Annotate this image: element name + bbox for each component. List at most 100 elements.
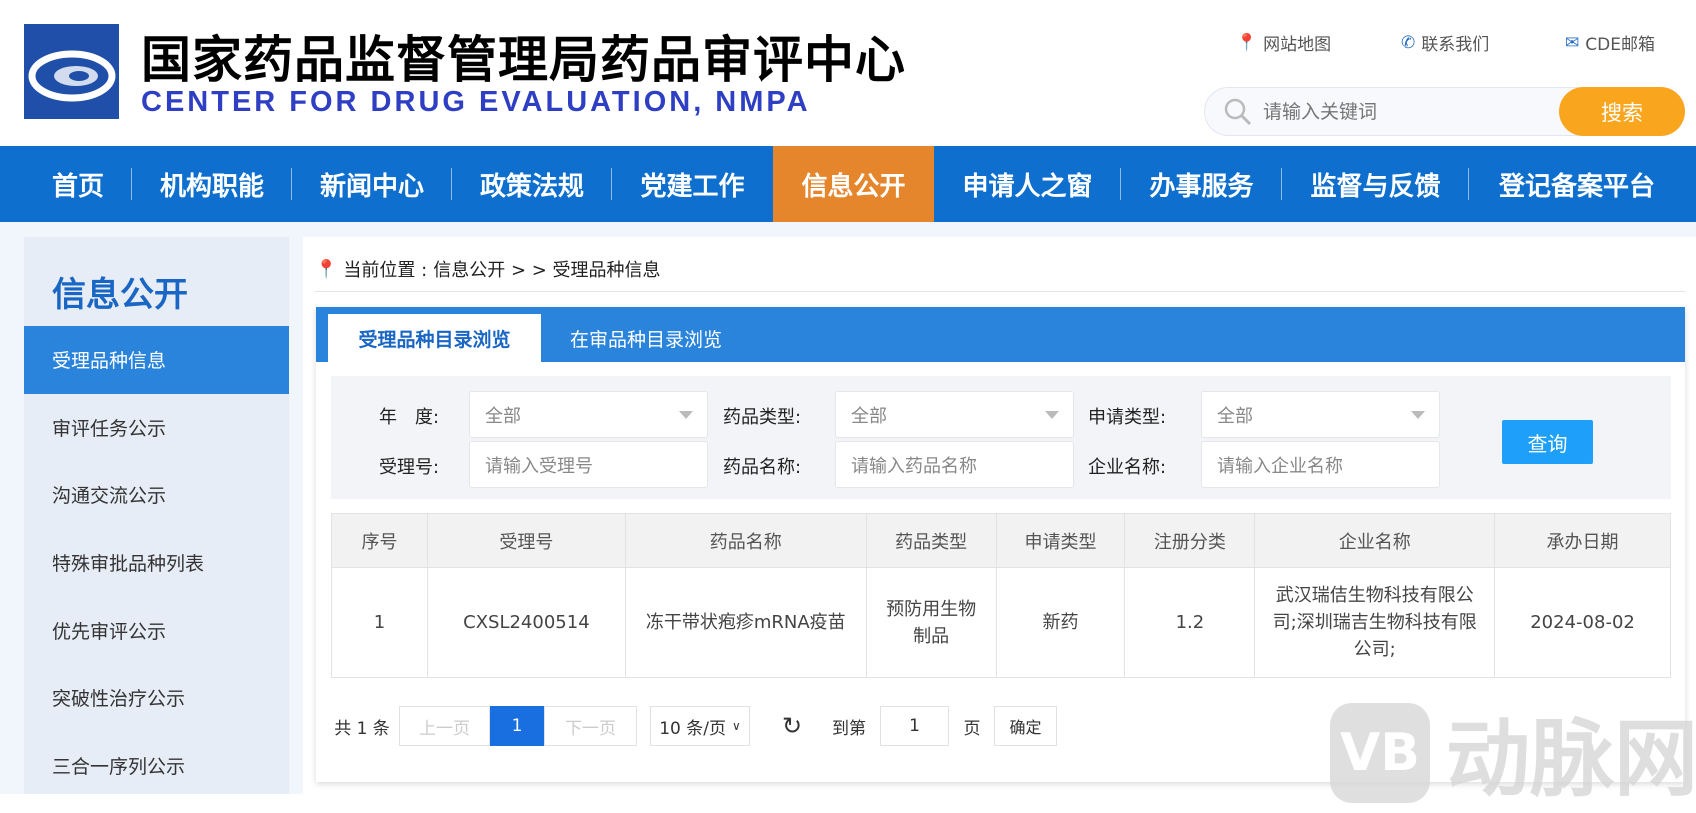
company-label: 企业名称: <box>1088 457 1167 478</box>
page-1-button[interactable]: 1 <box>490 706 544 746</box>
nav-policy[interactable]: 政策法规 <box>452 146 612 222</box>
cell-date: 2024-08-02 <box>1494 567 1671 678</box>
placeholder: 请输入企业名称 <box>1217 455 1343 477</box>
map-pin-icon: 📍 <box>1236 32 1258 53</box>
col-index: 序号 <box>331 513 428 568</box>
sidebar-title: 信息公开 <box>52 275 188 315</box>
refresh-icon[interactable]: ↻ <box>778 706 806 746</box>
cell-drug-type: 预防用生物制品 <box>865 567 997 678</box>
logo-emblem-icon <box>28 50 116 102</box>
phone-icon: ✆ <box>1401 32 1416 53</box>
drug-type-label: 药品类型: <box>723 407 802 428</box>
apply-type-select[interactable]: 全部 <box>1201 391 1440 438</box>
col-apply-type: 申请类型 <box>995 513 1126 568</box>
table-header-row: 序号 受理号 药品名称 药品类型 申请类型 注册分类 企业名称 承办日期 <box>331 513 1671 568</box>
cell-accept-no: CXSL2400514 <box>426 567 626 678</box>
contact-link[interactable]: ✆ 联系我们 <box>1401 30 1490 56</box>
sidebar-item-communication[interactable]: 沟通交流公示 <box>24 461 289 529</box>
drug-type-select[interactable]: 全部 <box>835 391 1074 438</box>
logo[interactable] <box>24 24 119 119</box>
total-count: 共 1 条 <box>334 718 390 739</box>
page-size-value: 10 条/页 <box>659 718 726 739</box>
main-nav: 首页 机构职能 新闻中心 政策法规 党建工作 信息公开 申请人之窗 办事服务 监… <box>0 146 1696 222</box>
nav-info-public[interactable]: 信息公开 <box>773 146 934 222</box>
dropdown-arrow-icon <box>1411 411 1425 419</box>
placeholder: 请输入药品名称 <box>851 455 977 477</box>
accept-no-label: 受理号: <box>379 457 440 478</box>
dropdown-arrow-icon <box>679 411 693 419</box>
cell-reg-class: 1.2 <box>1124 567 1256 678</box>
sidebar-item-review-tasks[interactable]: 审评任务公示 <box>24 394 289 462</box>
col-date: 承办日期 <box>1494 513 1671 568</box>
sidebar-item-accepted[interactable]: 受理品种信息 <box>24 326 289 394</box>
link-label: 联系我们 <box>1421 35 1490 55</box>
link-label: CDE邮箱 <box>1585 35 1655 55</box>
col-company: 企业名称 <box>1254 513 1496 568</box>
apply-type-value: 全部 <box>1217 405 1253 427</box>
next-page-button[interactable]: 下一页 <box>544 706 637 746</box>
year-select[interactable]: 全部 <box>469 391 708 438</box>
nav-party[interactable]: 党建工作 <box>612 146 773 222</box>
sidebar-item-three-in-one[interactable]: 三合一序列公示 <box>24 732 289 800</box>
watermark: VB 动脉网 <box>1330 692 1696 813</box>
sidebar-item-special-approval[interactable]: 特殊审批品种列表 <box>24 529 289 597</box>
tab-accepted-catalog[interactable]: 受理品种目录浏览 <box>328 314 541 362</box>
search-input[interactable] <box>1263 100 1543 123</box>
col-drug-name: 药品名称 <box>624 513 867 568</box>
cell-drug-name: 冻干带状疱疹mRNA疫苗 <box>624 567 867 678</box>
tab-in-review-catalog[interactable]: 在审品种目录浏览 <box>556 314 736 362</box>
col-reg-class: 注册分类 <box>1124 513 1256 568</box>
year-label: 年 度: <box>379 407 440 428</box>
page-unit-label: 页 <box>963 718 981 739</box>
year-value: 全部 <box>485 405 521 427</box>
nav-home[interactable]: 首页 <box>24 146 132 222</box>
breadcrumb: 📍 当前位置 : 信息公开 > > 受理品种信息 <box>315 256 661 282</box>
breadcrumb-path[interactable]: 信息公开 > > 受理品种信息 <box>433 256 660 282</box>
search-icon <box>1224 98 1252 125</box>
divider <box>315 291 1685 292</box>
drug-type-value: 全部 <box>851 405 887 427</box>
tab-bar: 受理品种目录浏览 在审品种目录浏览 <box>316 307 1685 362</box>
goto-page-input[interactable]: 1 <box>880 706 949 746</box>
link-label: 网站地图 <box>1263 35 1332 55</box>
col-accept-no: 受理号 <box>426 513 626 568</box>
site-subtitle: CENTER FOR DRUG EVALUATION, NMPA <box>141 86 811 118</box>
watermark-logo-icon: VB <box>1330 702 1430 803</box>
watermark-text: 动脉网 <box>1446 710 1696 808</box>
apply-type-label: 申请类型: <box>1088 407 1167 428</box>
dropdown-arrow-icon <box>1045 411 1059 419</box>
search-button[interactable]: 搜索 <box>1559 87 1685 136</box>
nav-services[interactable]: 办事服务 <box>1121 146 1282 222</box>
accept-no-input[interactable]: 请输入受理号 <box>469 441 708 488</box>
chevron-down-icon: ∨ <box>731 719 741 733</box>
location-pin-icon: 📍 <box>315 258 338 280</box>
query-button[interactable]: 查询 <box>1502 420 1593 464</box>
table-row: 1 CXSL2400514 冻干带状疱疹mRNA疫苗 预防用生物制品 新药 1.… <box>331 567 1671 678</box>
cell-index: 1 <box>331 567 428 678</box>
sidebar-item-priority-review[interactable]: 优先审评公示 <box>24 596 289 664</box>
prev-page-button[interactable]: 上一页 <box>399 706 490 746</box>
sidebar-item-breakthrough[interactable]: 突破性治疗公示 <box>24 664 289 732</box>
nav-news[interactable]: 新闻中心 <box>292 146 452 222</box>
drug-name-input[interactable]: 请输入药品名称 <box>835 441 1074 488</box>
nav-registration[interactable]: 登记备案平台 <box>1469 146 1685 222</box>
sidebar: 信息公开 受理品种信息 审评任务公示 沟通交流公示 特殊审批品种列表 优先审评公… <box>24 237 289 794</box>
goto-label: 到第 <box>832 718 866 739</box>
col-drug-type: 药品类型 <box>865 513 997 568</box>
sitemap-link[interactable]: 📍 网站地图 <box>1236 30 1332 56</box>
goto-confirm-button[interactable]: 确定 <box>994 706 1057 746</box>
mail-icon: ✉ <box>1565 32 1580 53</box>
nav-feedback[interactable]: 监督与反馈 <box>1282 146 1469 222</box>
placeholder: 请输入受理号 <box>485 455 593 477</box>
mail-link[interactable]: ✉ CDE邮箱 <box>1565 30 1655 56</box>
cell-apply-type: 新药 <box>995 567 1126 678</box>
site-title: 国家药品监督管理局药品审评中心 <box>141 31 906 89</box>
company-input[interactable]: 请输入企业名称 <box>1201 441 1440 488</box>
nav-applicant[interactable]: 申请人之窗 <box>934 146 1121 222</box>
cell-company: 武汉瑞佶生物科技有限公司;深圳瑞吉生物科技有限公司; <box>1254 567 1496 678</box>
nav-functions[interactable]: 机构职能 <box>132 146 292 222</box>
page-size-select[interactable]: 10 条/页 ∨ <box>650 706 750 746</box>
drug-name-label: 药品名称: <box>723 457 802 478</box>
results-table: 序号 受理号 药品名称 药品类型 申请类型 注册分类 企业名称 承办日期 1 C… <box>331 513 1671 678</box>
filter-form: 年 度: 全部 药品类型: 全部 申请类型: 全部 受理号: 请输入受理号 药品… <box>331 376 1671 499</box>
